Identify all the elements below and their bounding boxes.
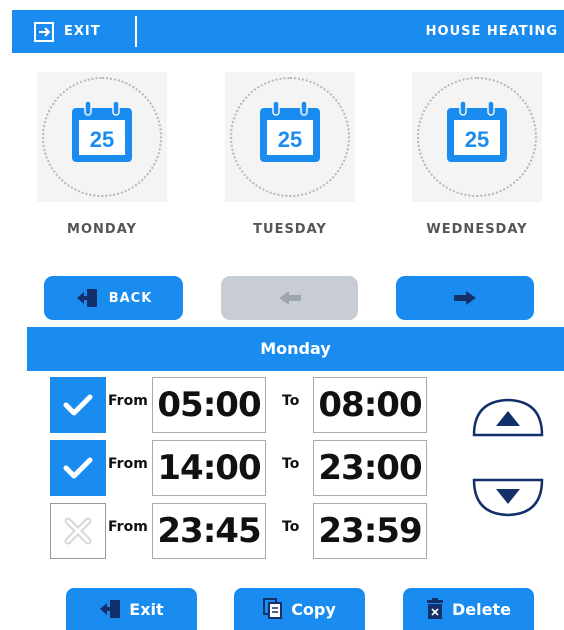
previous-day-button[interactable] xyxy=(221,276,358,320)
arrow-right-icon xyxy=(454,291,476,305)
scroll-up-button[interactable] xyxy=(472,397,544,437)
interval-row: From 05:00 To 08:00 xyxy=(50,377,430,435)
arrow-left-icon xyxy=(278,291,301,305)
header-divider xyxy=(135,16,137,47)
to-label: To xyxy=(282,456,300,472)
calendar-icon: 25 xyxy=(72,100,132,162)
day-label: TUESDAY xyxy=(253,222,327,237)
page-title: HOUSE HEATING xyxy=(425,24,558,39)
from-label: From xyxy=(108,456,148,472)
checkmark-icon xyxy=(63,457,93,479)
calendar-icon: 25 xyxy=(260,100,320,162)
next-day-button[interactable] xyxy=(396,276,534,320)
from-label: From xyxy=(108,519,148,535)
day-tile-wednesday[interactable]: 25 WEDNESDAY xyxy=(412,72,542,237)
to-label: To xyxy=(282,393,300,409)
interval-row: From 23:45 To 23:59 xyxy=(50,503,430,561)
to-label: To xyxy=(282,519,300,535)
copy-label: Copy xyxy=(291,599,336,619)
from-time[interactable]: 05:00 xyxy=(152,377,266,433)
day-tile-monday[interactable]: 25 MONDAY xyxy=(37,72,167,237)
exit-footer-button[interactable]: Exit xyxy=(66,588,197,630)
scroll-down-button[interactable] xyxy=(472,478,544,518)
exit-footer-label: Exit xyxy=(129,599,164,619)
calendar-icon: 25 xyxy=(447,100,507,162)
back-icon xyxy=(76,289,97,307)
interval-checkbox[interactable] xyxy=(50,377,106,433)
day-label: MONDAY xyxy=(67,222,137,237)
to-time[interactable]: 23:00 xyxy=(313,440,427,496)
exit-button[interactable]: EXIT xyxy=(34,10,101,53)
trash-icon xyxy=(427,598,444,619)
calendar-number: 25 xyxy=(90,127,114,152)
to-time[interactable]: 08:00 xyxy=(313,377,427,433)
copy-icon xyxy=(263,598,283,619)
exit-icon xyxy=(34,21,54,42)
back-label: BACK xyxy=(108,290,153,306)
selected-day-bar: Monday xyxy=(27,327,564,371)
cross-icon xyxy=(64,517,92,545)
calendar-number: 25 xyxy=(465,127,489,152)
from-time[interactable]: 14:00 xyxy=(152,440,266,496)
to-time[interactable]: 23:59 xyxy=(313,503,427,559)
header-bar: EXIT HOUSE HEATING xyxy=(12,10,564,53)
day-tile-tuesday[interactable]: 25 TUESDAY xyxy=(225,72,355,237)
from-time[interactable]: 23:45 xyxy=(152,503,266,559)
exit-icon xyxy=(100,600,121,618)
delete-label: Delete xyxy=(452,599,511,619)
calendar-number: 25 xyxy=(278,127,302,152)
checkmark-icon xyxy=(63,394,93,416)
copy-button[interactable]: Copy xyxy=(234,588,365,630)
interval-checkbox[interactable] xyxy=(50,503,106,559)
from-label: From xyxy=(108,393,148,409)
interval-checkbox[interactable] xyxy=(50,440,106,496)
interval-row: From 14:00 To 23:00 xyxy=(50,440,430,498)
exit-label: EXIT xyxy=(64,24,101,39)
delete-button[interactable]: Delete xyxy=(403,588,534,630)
day-label: WEDNESDAY xyxy=(426,222,528,237)
back-button[interactable]: BACK xyxy=(44,276,183,320)
